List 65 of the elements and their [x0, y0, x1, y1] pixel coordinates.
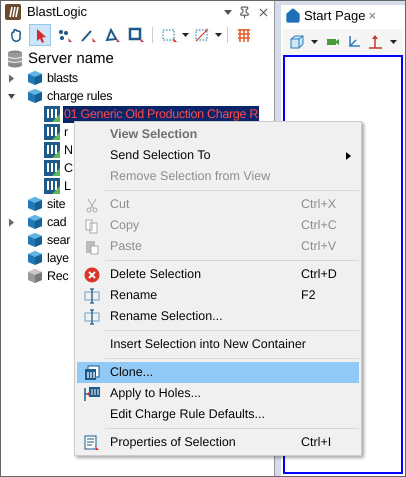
caret-icon[interactable]	[182, 33, 189, 37]
dropdown-icon[interactable]	[224, 10, 232, 14]
box-view-icon[interactable]	[289, 34, 305, 50]
caret-icon[interactable]	[311, 40, 318, 44]
properties-icon	[84, 434, 100, 450]
dashed-rectangle-icon	[161, 27, 177, 43]
clone-icon	[84, 364, 100, 380]
pin-icon[interactable]	[238, 6, 251, 18]
menu-item[interactable]: Rename Selection...	[77, 306, 359, 327]
copy-icon	[84, 218, 100, 234]
menu-item[interactable]: View Selection	[77, 124, 359, 145]
dashed-line-rectangle-icon	[194, 27, 210, 43]
menu-item[interactable]: Delete Selection Ctrl+D	[77, 264, 359, 285]
tree-item[interactable]: 01 Generic Old Production Charge R	[63, 106, 260, 122]
expand-arrow-icon[interactable]	[7, 218, 16, 226]
menu-item[interactable]: Apply to Holes...	[77, 383, 359, 404]
paste-icon	[84, 238, 100, 254]
rename-icon	[84, 308, 100, 324]
tree-item[interactable]: Rec	[46, 268, 70, 284]
rename-icon	[84, 288, 100, 304]
collapse-arrow-icon[interactable]	[7, 92, 16, 100]
tree-item[interactable]: site	[46, 196, 66, 212]
tree-item[interactable]: L	[63, 178, 72, 194]
cube-icon	[27, 214, 43, 230]
menu-item[interactable]: Properties of Selection Ctrl+I	[77, 432, 359, 453]
menu-item[interactable]: Clone...	[77, 362, 359, 383]
cube-icon	[27, 232, 43, 248]
panel-title: BlastLogic	[27, 3, 87, 22]
polygon-cursor-icon	[104, 27, 120, 43]
cube-icon	[27, 88, 43, 104]
tree-item[interactable]: sear	[46, 232, 72, 248]
cube-icon	[27, 196, 43, 212]
scissors-icon	[84, 196, 100, 212]
tab-close[interactable]: ×	[368, 6, 376, 26]
menu-item[interactable]: Rename F2	[77, 285, 359, 306]
tree-item[interactable]: r	[63, 124, 69, 140]
caret-icon[interactable]	[215, 33, 222, 37]
tree-item[interactable]: N	[63, 142, 74, 158]
cube-icon	[27, 250, 43, 266]
grid-icon	[236, 27, 252, 43]
bin-icon	[27, 268, 43, 284]
tree-item[interactable]: laye	[46, 250, 70, 266]
points-cursor-icon	[56, 27, 72, 43]
menu-item[interactable]: Send Selection To	[77, 145, 359, 166]
apply-holes-icon	[84, 386, 100, 402]
hand-icon	[8, 27, 24, 43]
z-axis-icon[interactable]	[368, 34, 384, 50]
home-icon	[285, 8, 301, 24]
rectangle-cursor-icon	[128, 27, 144, 43]
caret-icon[interactable]	[390, 40, 397, 44]
tree-root[interactable]: Server name	[28, 48, 114, 70]
tree-item[interactable]: charge rules	[46, 88, 114, 104]
menu-item[interactable]: Edit Charge Rule Defaults...	[77, 404, 359, 425]
close-icon[interactable]	[257, 6, 270, 18]
tree-item[interactable]: cad	[46, 214, 68, 230]
delete-icon	[84, 266, 100, 282]
tree-item[interactable]: blasts	[46, 70, 79, 86]
document-tab[interactable]: Start Page ×	[281, 5, 405, 27]
database-icon	[7, 50, 23, 68]
logo-icon	[5, 4, 21, 20]
tool-button[interactable]	[29, 24, 51, 46]
expand-arrow-icon[interactable]	[7, 74, 16, 82]
cube-icon	[27, 70, 43, 86]
tree-item[interactable]: C	[63, 160, 74, 176]
menu-item[interactable]: Insert Selection into New Container	[77, 334, 359, 355]
